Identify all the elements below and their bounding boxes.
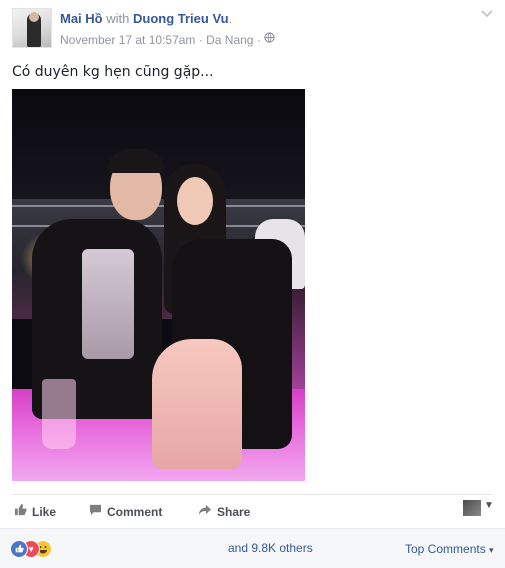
comment-label: Comment	[107, 505, 163, 519]
thumbs-up-icon	[12, 503, 28, 521]
tagged-friend-link[interactable]: Duong Trieu Vu	[133, 11, 229, 26]
photo-legs	[152, 339, 242, 469]
timestamp-link[interactable]: November 17 at 10:57am	[60, 33, 195, 47]
top-comments-label: Top Comments	[405, 542, 486, 556]
globe-icon[interactable]	[264, 32, 275, 49]
location-link[interactable]: Da Nang	[206, 33, 253, 47]
action-divider	[12, 494, 493, 495]
reaction-count-link[interactable]: and 9.8K others	[228, 541, 313, 555]
author-name-link[interactable]: Mai Hồ	[60, 11, 103, 26]
photo-woman-face	[177, 177, 213, 225]
like-label: Like	[32, 505, 57, 519]
post-photo[interactable]	[12, 89, 305, 481]
chevron-down-icon[interactable]	[479, 6, 495, 22]
photo-man-shirt	[82, 249, 134, 359]
author-avatar[interactable]	[12, 8, 52, 48]
meta-separator-2: ·	[256, 33, 261, 47]
photo-drink-glass	[42, 379, 76, 449]
top-comments-dropdown[interactable]: Top Comments ▾	[405, 542, 494, 556]
comment-icon	[87, 503, 103, 521]
share-icon	[197, 503, 213, 521]
comment-button[interactable]: Comment	[87, 503, 162, 521]
reactions-footer: ♥ and 9.8K others Top Comments ▾	[0, 528, 505, 568]
post-title-line: Mai Hồ with Duong Trieu Vu.	[60, 11, 232, 27]
avatar-head	[29, 12, 39, 22]
post-as-caret-icon[interactable]: ▼	[484, 500, 494, 511]
meta-separator: ·	[198, 33, 203, 47]
post-as-avatar[interactable]	[463, 500, 481, 516]
chevron-down-icon: ▾	[489, 545, 494, 555]
like-icon[interactable]	[10, 540, 28, 558]
post-meta: November 17 at 10:57am · Da Nang ·	[60, 32, 275, 49]
tagged-suffix: .	[228, 11, 233, 26]
like-button[interactable]: Like	[12, 503, 56, 521]
share-button[interactable]: Share	[197, 503, 250, 521]
photo-man-hair	[108, 149, 164, 173]
post-text: Có duyên kg hẹn cũng gặp...	[12, 64, 214, 80]
share-label: Share	[217, 505, 251, 519]
with-text: with	[106, 11, 130, 26]
feed-post: Mai Hồ with Duong Trieu Vu. November 17 …	[0, 0, 505, 568]
